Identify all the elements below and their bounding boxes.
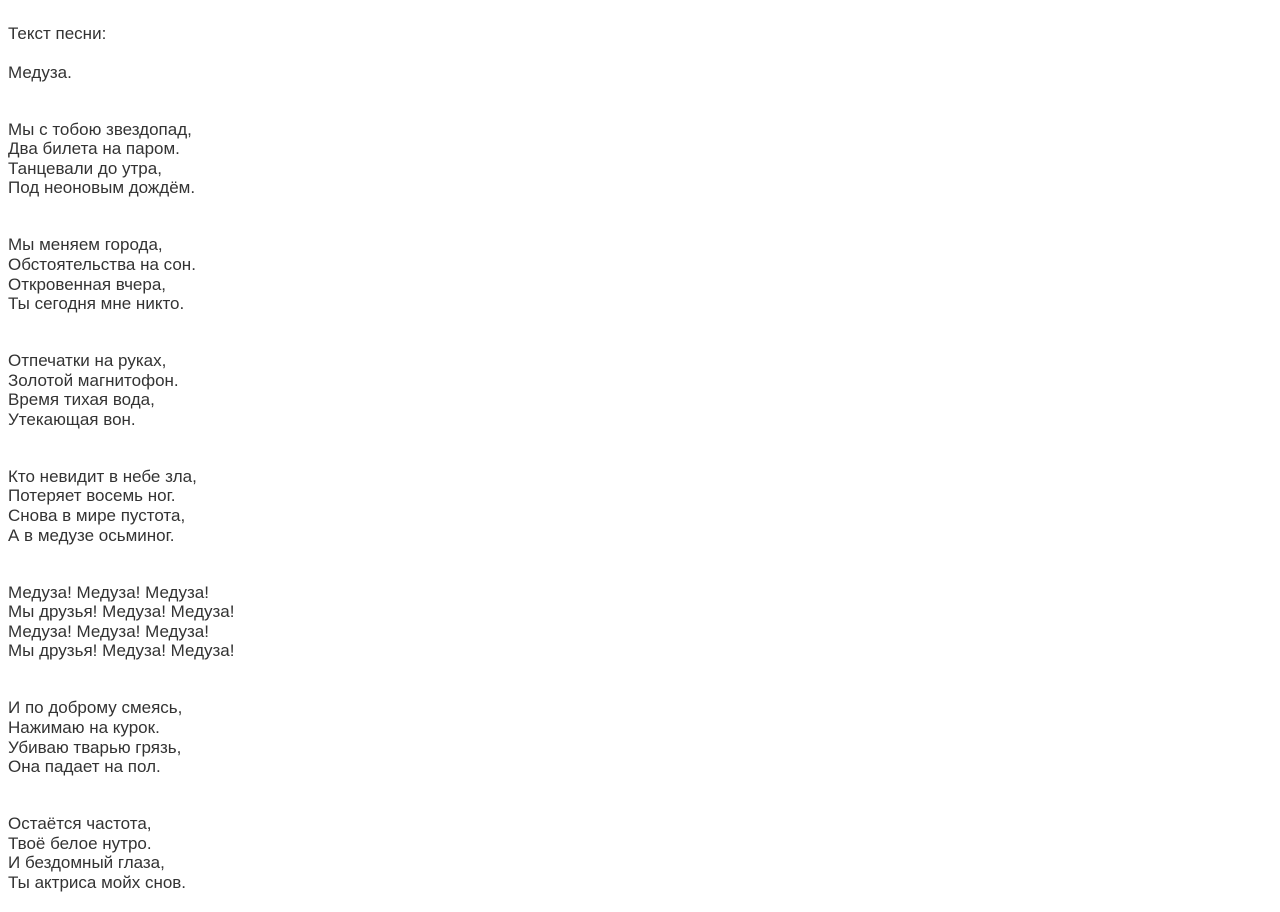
lyrics-header: Текст песни:	[8, 24, 1272, 44]
lyrics-container: Текст песни: Медуза. Мы с тобою звездопа…	[8, 4, 1272, 912]
lyrics-stanza: Остаётся частота, Твоё белое нутро. И бе…	[8, 814, 1272, 892]
lyrics-stanza: Мы меняем города, Обстоятельства на сон.…	[8, 235, 1272, 313]
lyrics-stanza: Отпечатки на руках, Золотой магнитофон. …	[8, 351, 1272, 429]
lyrics-stanza: Мы с тобою звездопад, Два билета на паро…	[8, 120, 1272, 198]
song-title: Медуза.	[8, 63, 1272, 83]
lyrics-stanza: И по доброму смеясь, Нажимаю на курок. У…	[8, 698, 1272, 776]
lyrics-stanza: Медуза! Медуза! Медуза! Мы друзья! Медуз…	[8, 583, 1272, 661]
lyrics-stanza: Кто невидит в небе зла, Потеряет восемь …	[8, 467, 1272, 545]
